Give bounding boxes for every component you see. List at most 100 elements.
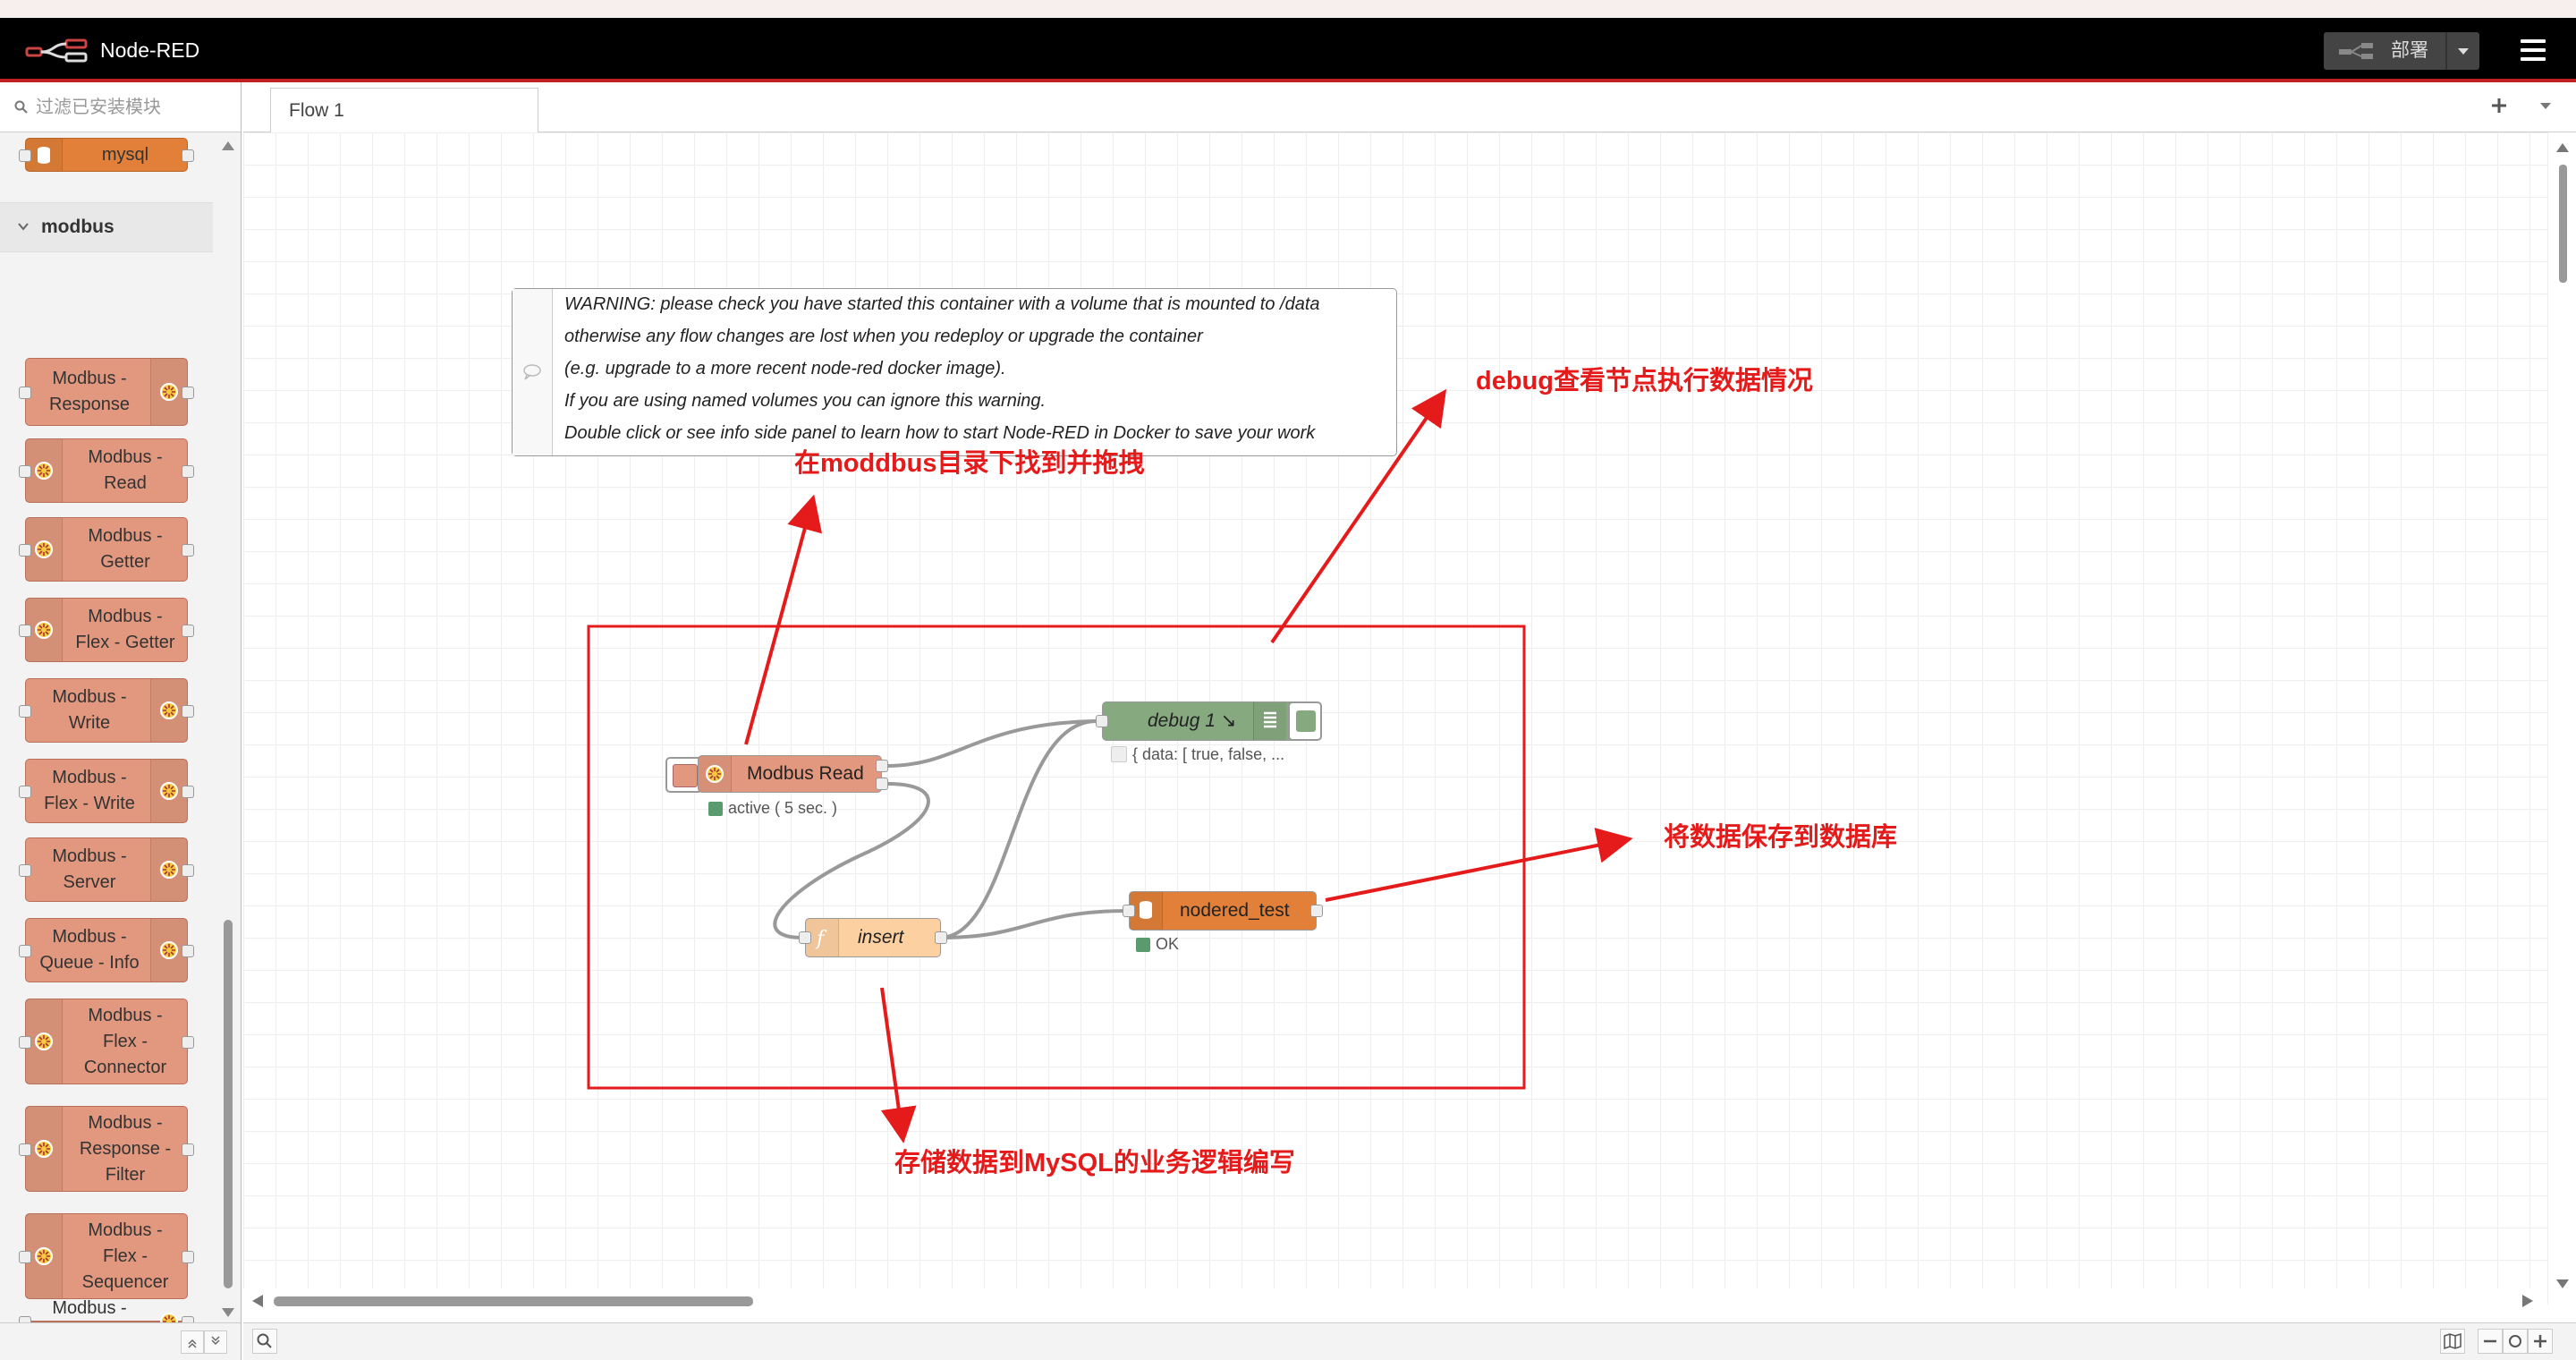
workspace-footer — [243, 1322, 2576, 1360]
annotation-arrow-debug — [1270, 388, 1447, 644]
modbus-icon — [26, 1107, 63, 1191]
tab-label: Flow 1 — [289, 100, 344, 121]
map-icon — [2444, 1332, 2462, 1350]
palette-node-mysql[interactable]: mysql — [19, 138, 194, 172]
output-port — [182, 864, 194, 877]
output-port — [182, 786, 194, 798]
input-port — [19, 786, 31, 798]
palette-search-input[interactable]: 过滤已安装模块 — [36, 97, 161, 118]
node-red-logo-icon — [25, 38, 88, 63]
annotation-arrow-save — [1325, 828, 1633, 902]
palette-node-modbus[interactable]: Modbus - Write — [19, 678, 194, 743]
zoom-out-button[interactable] — [2478, 1329, 2503, 1354]
search-icon — [14, 100, 28, 114]
window-top-strip — [0, 0, 2576, 18]
palette-node-label: Modbus - Flex - Sequencer — [81, 1220, 169, 1292]
chevron-down-icon — [18, 223, 29, 231]
category-label: modbus — [41, 217, 114, 237]
annotation-arrow-store — [880, 987, 917, 1143]
output-port — [182, 625, 194, 637]
palette-node-modbus[interactable]: Modbus - Flex - Write — [19, 759, 194, 823]
palette-node-label: Modbus - Flex - Write — [44, 768, 135, 813]
header-bar: Node-RED 部署 — [0, 18, 2576, 82]
output-port — [182, 705, 194, 718]
palette-search[interactable]: 过滤已安装模块 — [0, 82, 241, 132]
search-flows-button[interactable] — [252, 1329, 277, 1354]
flow-canvas[interactable]: WARNING: please check you have started t… — [243, 132, 2547, 1305]
palette-node-label: mysql — [101, 144, 149, 165]
minus-icon — [2484, 1339, 2496, 1343]
annotation-store-text: 存储数据到MySQL的业务逻辑编写 — [894, 1149, 1295, 1177]
palette-node-modbus[interactable]: Modbus - Response — [19, 358, 194, 426]
input-port — [19, 1143, 31, 1156]
annotation-save-text: 将数据保存到数据库 — [1664, 823, 1898, 852]
annotation-drag-text: 在moddbus目录下找到并拖拽 — [794, 449, 1145, 478]
output-port — [182, 149, 194, 162]
palette-scrollbar[interactable] — [215, 132, 241, 1322]
deploy-menu-caret-icon[interactable] — [2456, 40, 2470, 62]
palette-node-modbus[interactable]: Modbus - Flex - Getter — [19, 598, 194, 662]
annotation-layer — [587, 388, 1633, 1143]
search-icon — [257, 1333, 272, 1348]
input-port — [19, 387, 31, 399]
palette-footer — [0, 1322, 241, 1360]
plus-icon — [2534, 1335, 2546, 1347]
circle-icon — [2509, 1335, 2521, 1347]
palette-node-label: Modbus - Response — [48, 369, 131, 414]
output-port — [182, 544, 194, 557]
deploy-label: 部署 — [2391, 40, 2428, 61]
modbus-icon — [26, 439, 63, 502]
zoom-in-button[interactable] — [2528, 1329, 2553, 1354]
palette-node-modbus[interactable]: Modbus - Queue - Info — [19, 918, 194, 982]
modbus-icon — [26, 599, 63, 661]
canvas-vertical-scrollbar[interactable] — [2547, 132, 2576, 1305]
node-palette: 过滤已安装模块 mysql modbus Modbus - Response Mo… — [0, 82, 242, 1360]
app-title: Node-RED — [100, 38, 200, 62]
palette-node-label: Modbus - Flex - Getter — [75, 607, 175, 652]
palette-node-label: Modbus - Server — [52, 846, 127, 892]
modbus-icon — [26, 999, 63, 1084]
palette-node-label: Modbus - Flex - Connector — [83, 1005, 167, 1077]
palette-node-modbus[interactable]: Modbus - Flex - Sequencer — [19, 1213, 194, 1299]
modbus-icon — [26, 518, 63, 581]
tab-flow-1[interactable]: Flow 1 — [270, 88, 538, 132]
input-port — [19, 705, 31, 718]
palette-node-label: Modbus - Queue - Info — [39, 927, 140, 973]
workspace-tabs: Flow 1 — [243, 82, 2576, 132]
main-menu-button[interactable] — [2521, 38, 2547, 63]
modbus-icon — [26, 1214, 63, 1298]
input-port — [19, 625, 31, 637]
add-tab-icon[interactable] — [2488, 95, 2510, 116]
palette-node-modbus[interactable]: Modbus - Response - Filter — [19, 1106, 194, 1192]
tab-menu-caret-icon[interactable] — [2538, 100, 2553, 111]
navigator-button[interactable] — [2440, 1329, 2465, 1354]
output-port — [182, 945, 194, 957]
palette-node-modbus[interactable]: Modbus - Getter — [19, 517, 194, 582]
collapse-all-button[interactable] — [181, 1330, 204, 1354]
palette-category-modbus[interactable]: modbus — [0, 202, 213, 252]
input-port — [19, 1251, 31, 1263]
zoom-reset-button[interactable] — [2503, 1329, 2528, 1354]
output-port — [182, 465, 194, 478]
canvas-horizontal-scrollbar[interactable] — [243, 1288, 2547, 1315]
palette-node-modbus[interactable]: Modbus - Read — [19, 438, 194, 503]
output-port — [182, 387, 194, 399]
deploy-icon — [2339, 43, 2373, 59]
output-port — [182, 1036, 194, 1049]
output-port — [182, 1251, 194, 1263]
input-port — [19, 544, 31, 557]
deploy-button[interactable]: 部署 — [2324, 32, 2479, 70]
input-port — [19, 149, 31, 162]
input-port — [19, 864, 31, 877]
input-port — [19, 945, 31, 957]
palette-node-modbus[interactable]: Modbus - Flex - Connector — [19, 999, 194, 1084]
palette-node-label: Modbus - Response - Filter — [79, 1112, 172, 1185]
annotation-highlight-box — [587, 625, 1526, 1090]
expand-all-button[interactable] — [204, 1330, 227, 1354]
annotation-debug-text: debug查看节点执行数据情况 — [1476, 367, 1813, 395]
palette-node-modbus[interactable]: Modbus - Server — [19, 837, 194, 902]
palette-node-label: Modbus - Read — [88, 447, 163, 493]
deploy-divider — [2445, 32, 2447, 70]
database-icon — [26, 139, 63, 171]
output-port — [182, 1143, 194, 1156]
